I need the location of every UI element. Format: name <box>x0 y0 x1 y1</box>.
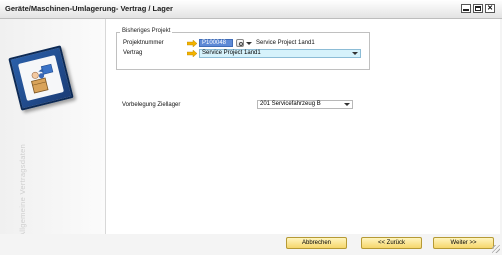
target-warehouse-label: Vorbelegung Ziellager <box>122 102 181 108</box>
target-warehouse-select[interactable]: 201 Servicefahrzeug B <box>257 100 353 109</box>
target-warehouse-value: 201 Servicefahrzeug B <box>260 101 321 107</box>
project-name-text: Service Project 1and1 <box>256 40 315 46</box>
title-bar: Geräte/Maschinen-Umlagerung- Vertrag / L… <box>0 0 502 19</box>
choose-from-list-button[interactable] <box>236 39 244 47</box>
resize-grip[interactable] <box>492 245 500 253</box>
chevron-down-icon <box>344 103 350 106</box>
window-title: Geräte/Maschinen-Umlagerung- Vertrag / L… <box>5 4 173 13</box>
contract-select-value: Service Project 1and1 <box>202 50 261 56</box>
minimize-button[interactable] <box>461 4 471 13</box>
chevron-down-icon[interactable] <box>246 42 252 45</box>
link-arrow-icon[interactable] <box>187 40 197 47</box>
project-number-label: Projektnummer <box>123 40 164 46</box>
next-button[interactable]: Weiter >> <box>433 237 494 249</box>
maximize-button[interactable] <box>473 4 483 13</box>
cancel-button[interactable]: Abbrechen <box>286 237 347 249</box>
previous-project-group: Bisheriges Projekt Projektnummer P100048… <box>116 28 370 70</box>
project-number-field[interactable]: P100048 <box>199 39 233 47</box>
link-arrow-icon[interactable] <box>187 50 197 57</box>
contract-label: Vertrag <box>123 50 143 56</box>
chevron-down-icon <box>352 52 358 55</box>
wizard-button-bar: Abbrechen << Zurück Weiter >> <box>0 234 502 255</box>
group-legend: Bisheriges Projekt <box>120 28 173 34</box>
contract-select[interactable]: Service Project 1and1 <box>199 49 361 58</box>
close-button[interactable]: ✕ <box>485 4 495 13</box>
back-button[interactable]: << Zurück <box>361 237 422 249</box>
wizard-content: Bisheriges Projekt Projektnummer P100048… <box>105 19 500 234</box>
wizard-sidebar: Allgemeine Vertragsdaten <box>0 19 105 237</box>
sidebar-vertical-text: Allgemeine Vertragsdaten <box>18 143 27 237</box>
